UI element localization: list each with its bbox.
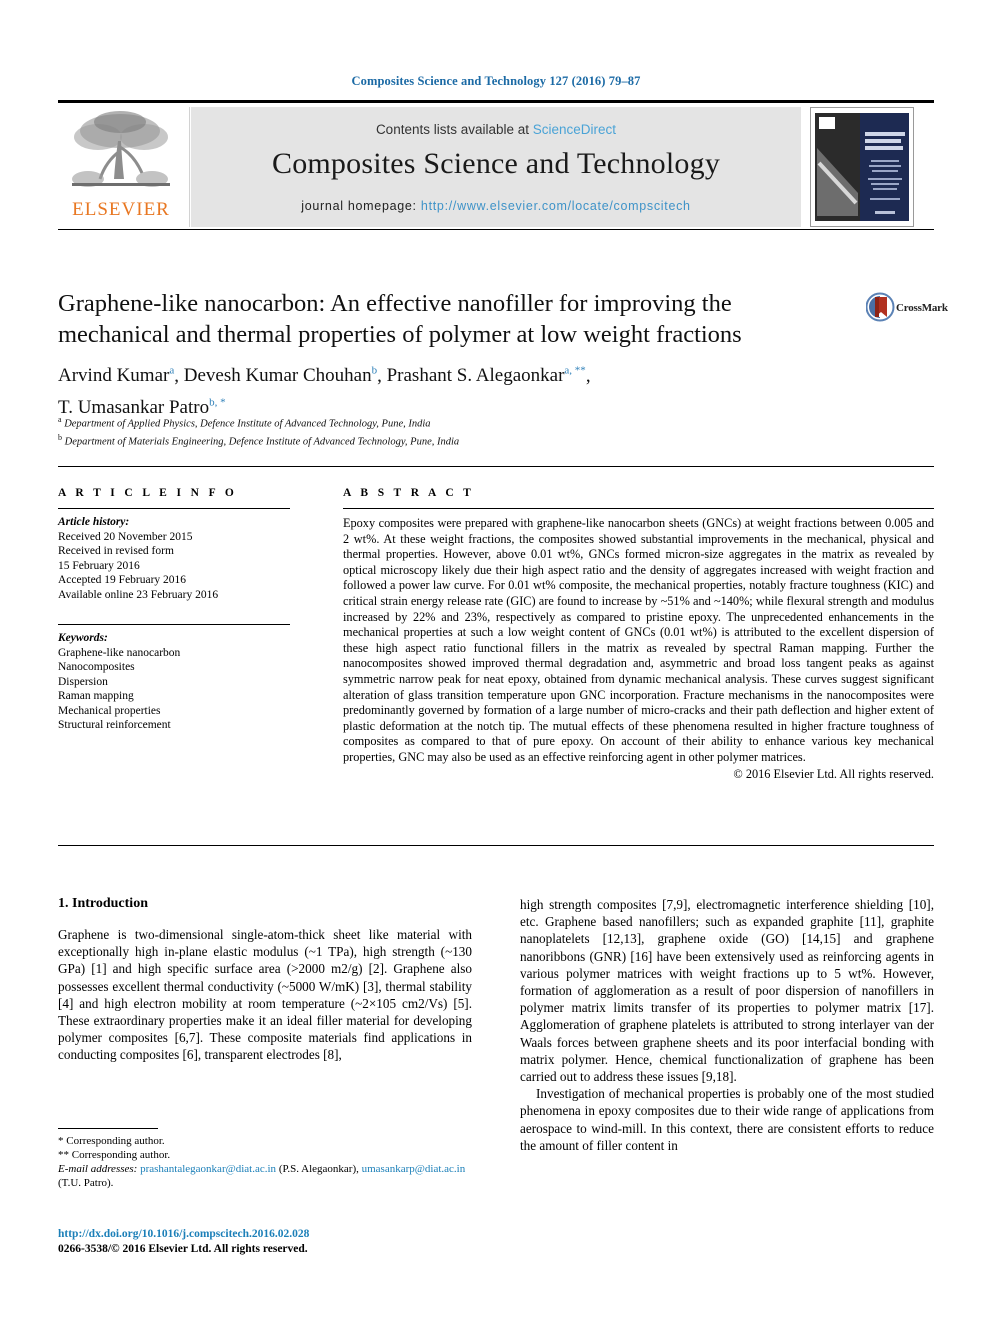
keyword-item: Graphene-like nanocarbon	[58, 646, 181, 659]
author-list: Arvind Kumara, Devesh Kumar Chouhanb, Pr…	[58, 365, 591, 418]
contents-line: Contents lists available at ScienceDirec…	[191, 122, 801, 137]
footnote-corresponding-1: * Corresponding author.	[58, 1135, 165, 1147]
keyword-item: Structural reinforcement	[58, 719, 171, 731]
journal-title: Composites Science and Technology	[271, 147, 721, 180]
abstract-column: A B S T R A C T Epoxy composites were pr…	[343, 487, 934, 782]
doi-link[interactable]: http://dx.doi.org/10.1016/j.compscitech.…	[58, 1227, 488, 1242]
keywords-rule	[58, 624, 290, 625]
page-title: Graphene-like nanocarbon: An effective n…	[58, 290, 742, 348]
footnotes-block: * Corresponding author. ** Corresponding…	[58, 1128, 472, 1190]
elsevier-wordmark: ELSEVIER	[72, 199, 170, 220]
keywords-block: Keywords: Graphene-like nanocarbon Nanoc…	[58, 631, 308, 733]
author-2: Devesh Kumar Chouhanb	[183, 365, 378, 387]
body-column-left: 1. Introduction Graphene is two-dimensio…	[58, 896, 472, 1064]
article-history: Article history: Received 20 November 20…	[58, 515, 308, 602]
keyword-item: Mechanical properties	[58, 704, 161, 717]
email-link-1[interactable]: prashantalegaonkar@diat.ac.in	[140, 1163, 276, 1175]
article-info-column: A R T I C L E I N F O Article history: R…	[58, 487, 308, 733]
journal-article-page: Composites Science and Technology 127 (2…	[0, 0, 992, 1323]
author-3: Prashant S. Alegaonkara, **	[386, 365, 586, 387]
author-1-marks: a	[169, 365, 175, 377]
contents-prefix: Contents lists available at	[375, 122, 533, 137]
keyword-item: Raman mapping	[58, 690, 134, 702]
journal-banner: Contents lists available at ScienceDirec…	[191, 107, 801, 227]
affiliation-list: a Department of Applied Physics, Defence…	[58, 413, 858, 449]
crossmark-badge[interactable]: CrossMark	[865, 291, 948, 327]
masthead-bottom-rule	[58, 229, 934, 230]
section-divider-bottom	[58, 845, 934, 846]
email-link-2[interactable]: umasankarp@diat.ac.in	[362, 1163, 466, 1175]
homepage-label: journal homepage:	[301, 199, 417, 213]
abstract-text: Epoxy composites were prepared with grap…	[343, 516, 934, 764]
email-owner-1: (P.S. Alegaonkar),	[278, 1163, 359, 1175]
author-3-marks: a, **	[564, 365, 586, 377]
article-history-label: Article history:	[58, 516, 130, 528]
footer-doi-block: http://dx.doi.org/10.1016/j.compscitech.…	[58, 1227, 488, 1257]
abstract-rule	[343, 508, 934, 509]
author-2-marks: b	[371, 365, 378, 377]
author-1: Arvind Kumara	[58, 365, 175, 387]
intro-paragraph-right-1: high strength composites [7,9], electrom…	[520, 897, 934, 1085]
intro-paragraph-right-2: Investigation of mechanical properties i…	[520, 1086, 934, 1153]
affiliation-a: a Department of Applied Physics, Defence…	[58, 415, 431, 430]
abstract-heading: A B S T R A C T	[343, 487, 475, 499]
homepage-url-link[interactable]: http://www.elsevier.com/locate/compscite…	[421, 199, 691, 213]
email-addresses-label: E-mail addresses:	[58, 1163, 138, 1175]
crossmark-label: CrossMark	[896, 302, 948, 314]
journal-masthead: ELSEVIER Contents lists available at Sci…	[58, 100, 934, 230]
running-head: Composites Science and Technology 127 (2…	[351, 74, 641, 88]
journal-cover-thumbnail	[810, 107, 914, 227]
journal-homepage: journal homepage: http://www.elsevier.co…	[191, 199, 801, 213]
history-item: Received in revised form	[58, 545, 174, 557]
author-4-marks: b, *	[209, 396, 226, 409]
history-item: 15 February 2016	[58, 559, 140, 572]
history-item: Available online 23 February 2016	[58, 588, 219, 601]
issn-copyright-line: 0266-3538/© 2016 Elsevier Ltd. All right…	[58, 1243, 308, 1255]
footnote-emails: E-mail addresses: prashantalegaonkar@dia…	[58, 1162, 472, 1190]
affiliation-b: b Department of Materials Engineering, D…	[58, 433, 460, 448]
history-item: Received 20 November 2015	[58, 530, 193, 543]
keywords-label: Keywords:	[58, 632, 108, 644]
keyword-item: Dispersion	[58, 675, 108, 688]
masthead-top-rule	[58, 100, 934, 103]
email-owner-2: (T.U. Patro).	[58, 1177, 114, 1189]
sciencedirect-link[interactable]: ScienceDirect	[533, 122, 616, 137]
article-info-rule	[58, 508, 290, 509]
footnote-corresponding-2: ** Corresponding author.	[58, 1149, 171, 1161]
section-heading-introduction: 1. Introduction	[58, 896, 148, 911]
keyword-item: Nanocomposites	[58, 661, 135, 673]
history-item: Accepted 19 February 2016	[58, 574, 187, 586]
article-info-heading: A R T I C L E I N F O	[58, 487, 238, 499]
body-column-right: high strength composites [7,9], electrom…	[520, 896, 934, 1154]
elsevier-logo: ELSEVIER	[58, 107, 190, 227]
section-divider-top	[58, 466, 934, 467]
abstract-copyright: © 2016 Elsevier Ltd. All rights reserved…	[733, 766, 934, 781]
footnote-rule	[58, 1128, 158, 1129]
intro-paragraph-left: Graphene is two-dimensional single-atom-…	[58, 927, 472, 1063]
